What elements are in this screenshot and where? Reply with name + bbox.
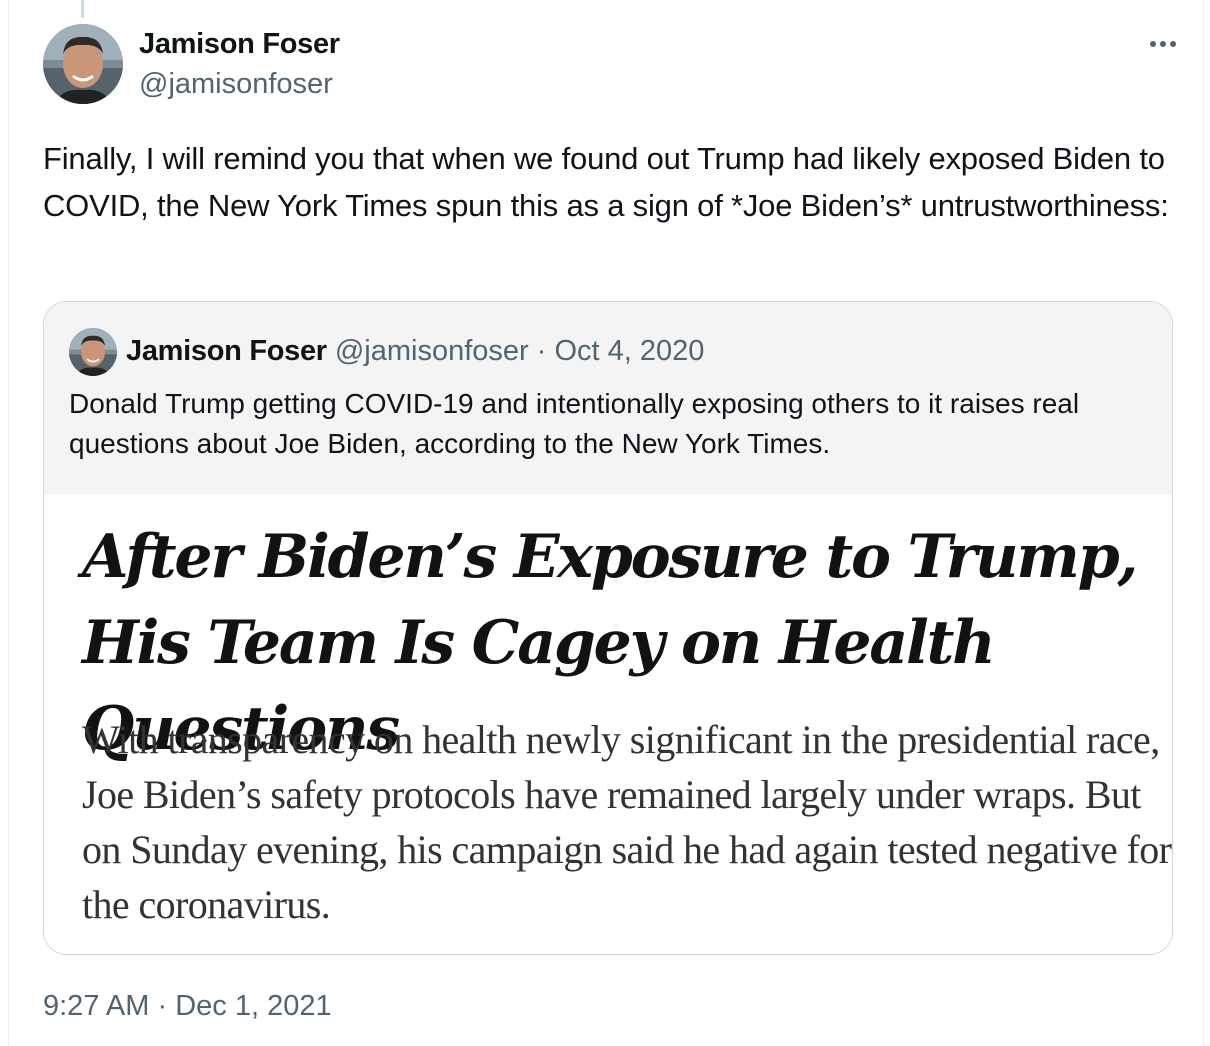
more-horizontal-icon (1150, 41, 1156, 47)
quoted-tweet-media-image: After Biden’s Exposure to Trump, His Tea… (44, 494, 1172, 954)
tweet: Jamison Foser @jamisonfoser Finally, I w… (8, 0, 1204, 1046)
tweet-time-link[interactable]: 9:27 AM (43, 990, 149, 1022)
avatar[interactable] (43, 24, 123, 104)
more-horizontal-icon-dot (1170, 41, 1176, 47)
quoted-tweet-date: Oct 4, 2020 (554, 335, 705, 367)
more-options-button[interactable] (1145, 30, 1181, 58)
quoted-tweet[interactable]: Jamison Foser @jamisonfoser · Oct 4, 202… (43, 301, 1173, 955)
quoted-avatar-photo (69, 328, 117, 376)
tweet-date-link[interactable]: Dec 1, 2021 (175, 990, 331, 1022)
author-handle[interactable]: @jamisonfoser (139, 66, 333, 102)
article-summary: With transparency on health newly signif… (82, 717, 1172, 927)
quoted-tweet-header: Jamison Foser @jamisonfoser · Oct 4, 202… (44, 302, 1172, 494)
quoted-meta-separator: · (536, 335, 547, 367)
thread-connector-line (81, 0, 84, 18)
quoted-tweet-text: Donald Trump getting COVID-19 and intent… (69, 388, 1080, 459)
author-name[interactable]: Jamison Foser (139, 26, 340, 62)
quoted-author-name: Jamison Foser (126, 335, 327, 367)
tweet-text: Finally, I will remind you that when we … (43, 141, 1169, 223)
tweet-timestamp: 9:27 AM · Dec 1, 2021 (43, 986, 332, 1026)
quoted-tweet-meta: Jamison Foser @jamisonfoser · Oct 4, 202… (126, 332, 704, 370)
timestamp-separator: · (157, 990, 168, 1022)
avatar-photo (43, 24, 123, 104)
more-horizontal-icon-dot (1160, 41, 1166, 47)
quoted-author-handle: @jamisonfoser (334, 335, 529, 367)
quoted-tweet-avatar (69, 328, 117, 376)
